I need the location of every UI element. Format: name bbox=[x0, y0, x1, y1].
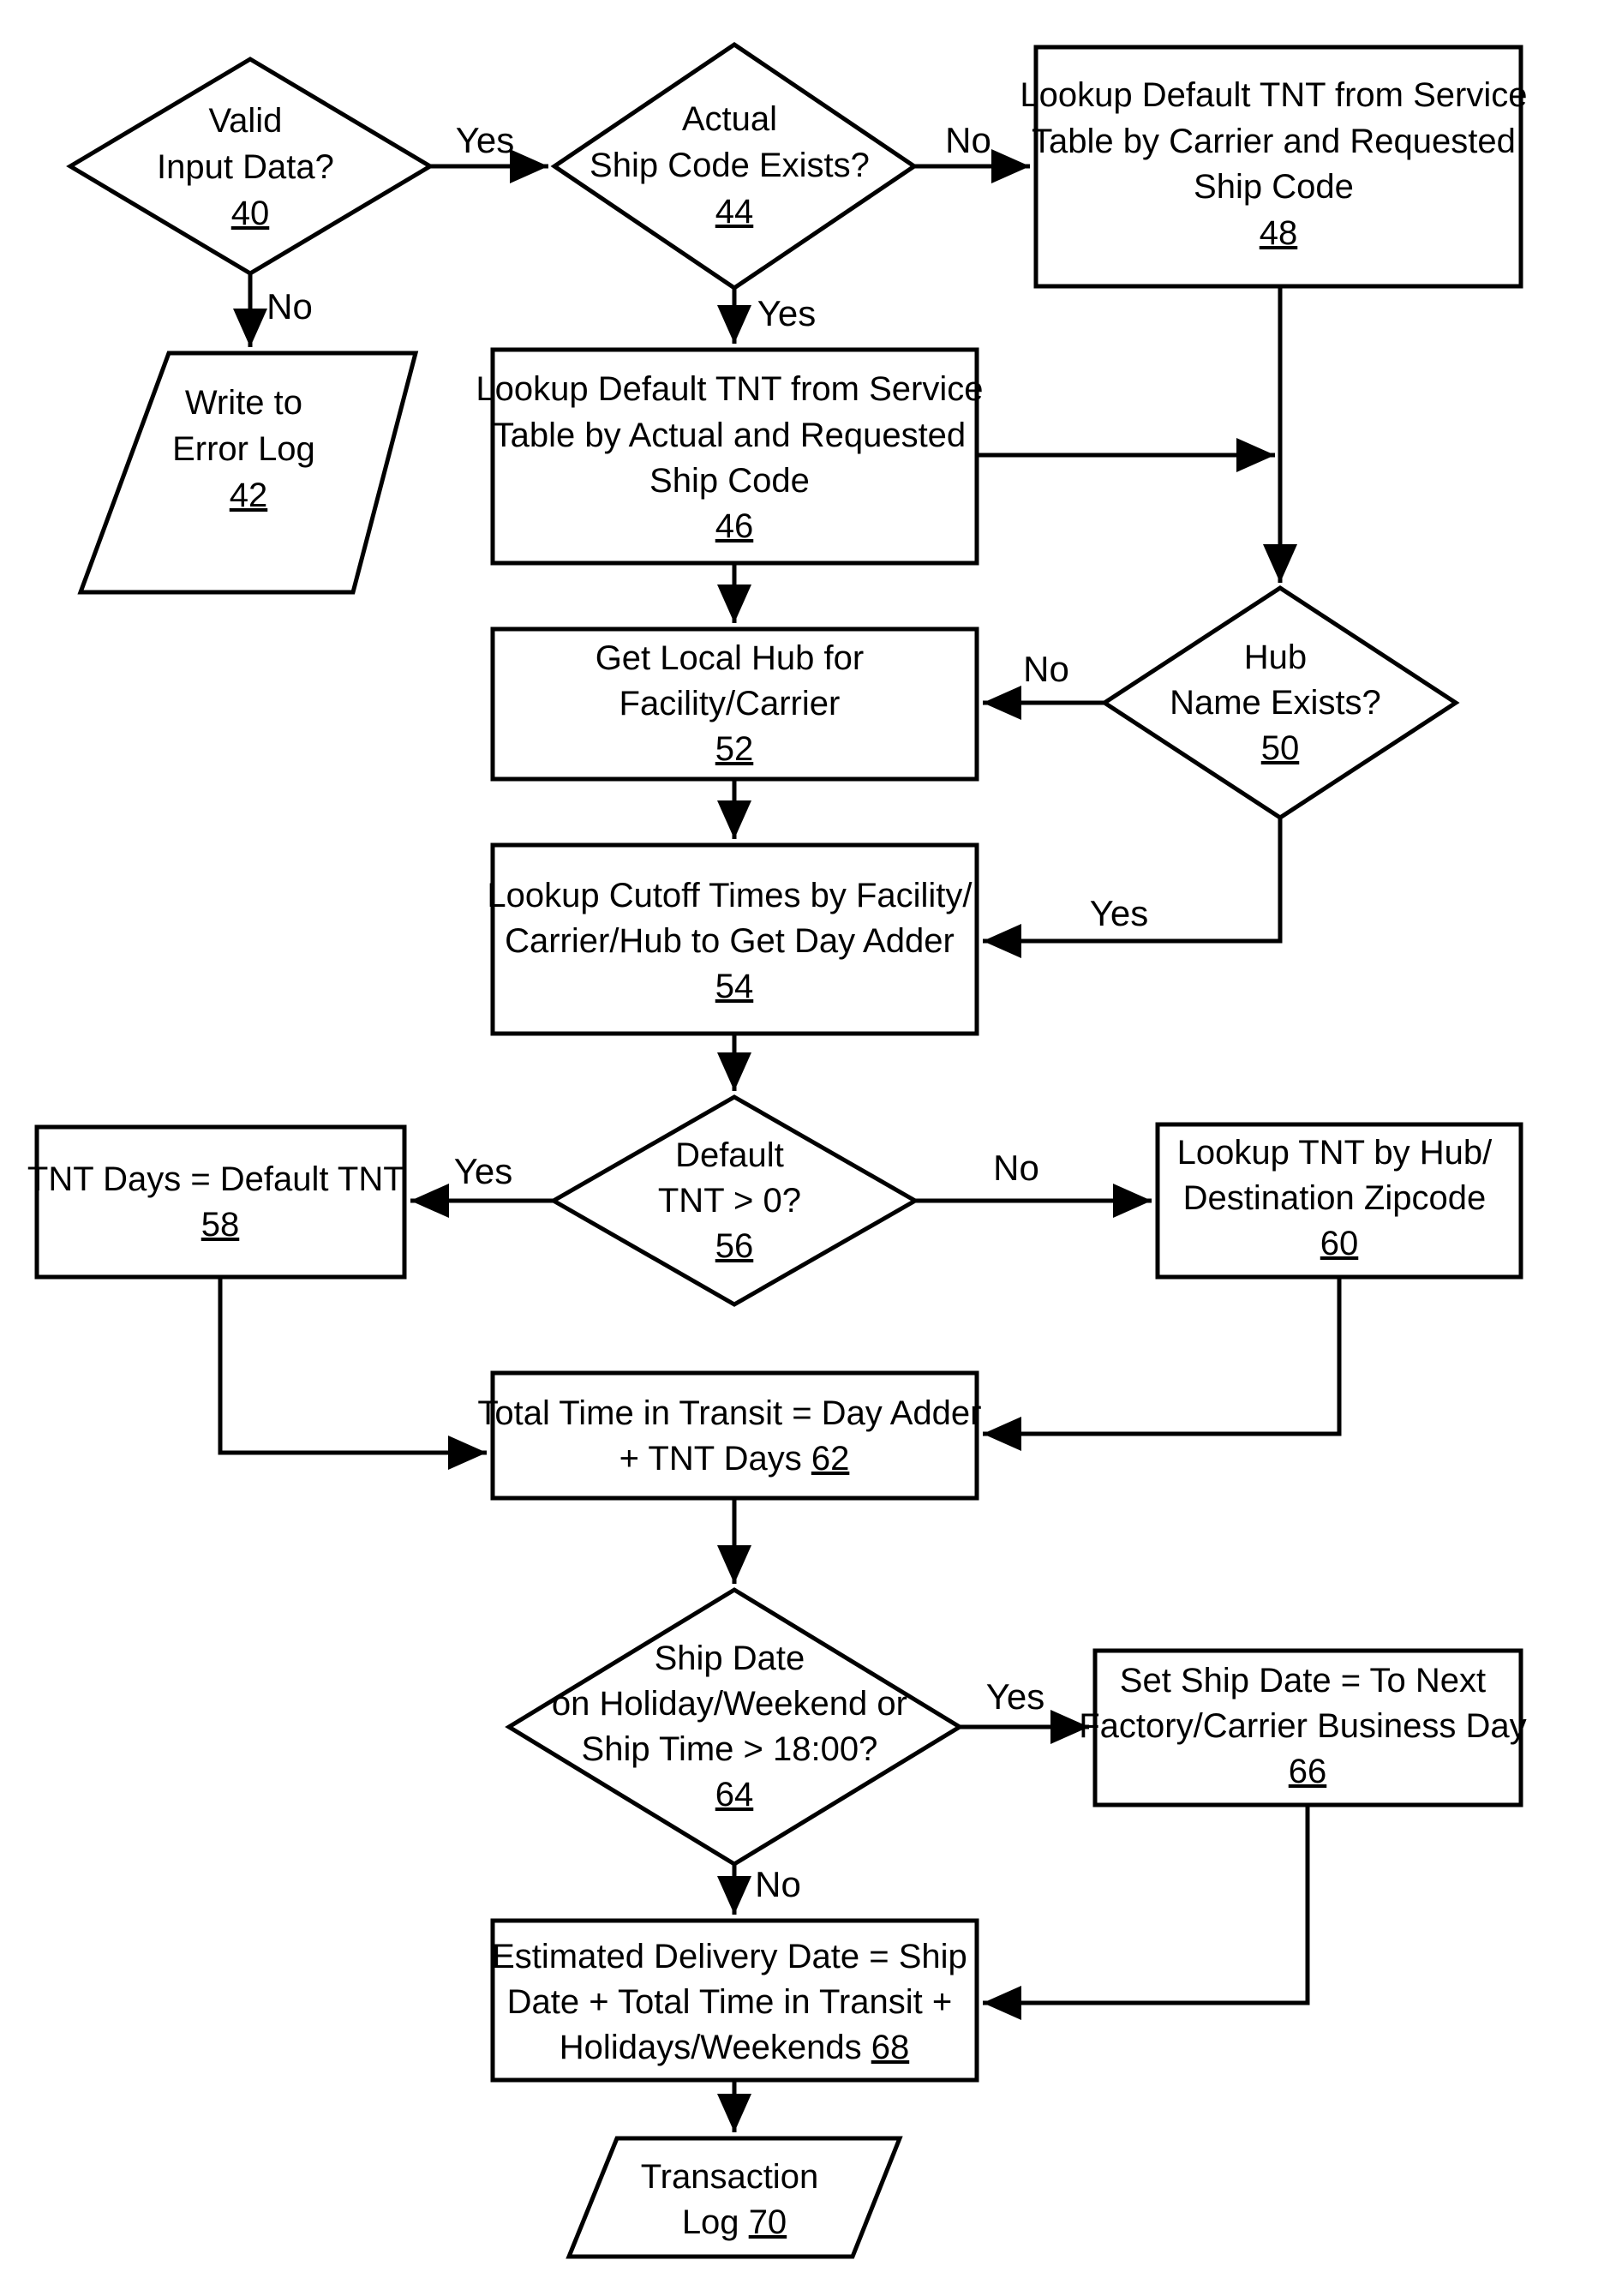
node-line: Hub bbox=[1244, 638, 1307, 676]
edge-label-50-52: No bbox=[1023, 649, 1069, 689]
node-ref: 48 bbox=[1260, 214, 1298, 252]
node-line: Lookup Cutoff Times by Facility/ bbox=[487, 877, 973, 914]
node-ref: 46 bbox=[715, 507, 754, 545]
node-line: Holidays/Weekends 68 bbox=[560, 2029, 909, 2066]
node-line: Table by Carrier and Requested bbox=[1032, 123, 1516, 160]
node-line: Set Ship Date = To Next bbox=[1120, 1662, 1486, 1700]
node-68: Estimated Delivery Date = Ship Date + To… bbox=[490, 1918, 979, 2083]
node-line: Name Exists? bbox=[1170, 684, 1381, 722]
node-ref: 52 bbox=[715, 730, 754, 768]
node-line: TNT Days = Default TNT bbox=[27, 1160, 404, 1198]
edge-label-56-60: No bbox=[993, 1148, 1039, 1188]
node-line: Log 70 bbox=[682, 2203, 787, 2241]
node-ref: 50 bbox=[1261, 729, 1300, 767]
node-54: Lookup Cutoff Times by Facility/ Carrier… bbox=[487, 842, 979, 1036]
edge-label-56-58: Yes bbox=[454, 1151, 513, 1191]
node-40: Valid Input Data? 40 bbox=[66, 57, 434, 276]
node-line: Ship Time > 18:00? bbox=[582, 1730, 878, 1768]
process-shape bbox=[34, 1124, 407, 1280]
node-42: Write to Error Log 42 bbox=[77, 351, 419, 595]
node-44: Actual Ship Code Exists? 44 bbox=[550, 41, 919, 291]
process-shape bbox=[490, 1370, 979, 1501]
edge-label-40-42: No bbox=[266, 286, 313, 327]
node-line: Default bbox=[675, 1136, 784, 1174]
node-line: Transaction bbox=[641, 2158, 819, 2196]
node-line: on Holiday/Weekend or bbox=[552, 1685, 907, 1723]
edge-label-44-48: No bbox=[945, 120, 991, 160]
node-ref: 70 bbox=[749, 2203, 787, 2241]
node-line: TNT > 0? bbox=[658, 1182, 801, 1220]
node-ref: 58 bbox=[201, 1206, 240, 1244]
node-line: Total Time in Transit = Day Adder bbox=[477, 1394, 981, 1432]
edge-label-64-68: No bbox=[755, 1864, 801, 1904]
node-line: Carrier/Hub to Get Day Adder bbox=[505, 922, 955, 960]
edge-label-44-46: Yes bbox=[757, 293, 817, 333]
node-line: Ship Date bbox=[655, 1640, 805, 1677]
node-line: Write to bbox=[185, 384, 302, 422]
node-line: Destination Zipcode bbox=[1183, 1179, 1487, 1217]
flowchart: Yes No No Yes No Yes Yes No Yes No Valid… bbox=[27, 41, 1527, 2259]
node-ref: 44 bbox=[715, 193, 754, 231]
edge-label-40-44: Yes bbox=[456, 120, 515, 160]
edge-60-62 bbox=[983, 1277, 1342, 1451]
node-line: Error Log bbox=[172, 430, 315, 468]
node-ref: 62 bbox=[811, 1440, 850, 1478]
edge-label-50-54: Yes bbox=[1090, 893, 1149, 933]
node-line: Get Local Hub for bbox=[596, 639, 865, 677]
node-48: Lookup Default TNT from Service Table by… bbox=[1020, 45, 1527, 289]
edge-58-62 bbox=[218, 1277, 487, 1470]
node-line-text: Log bbox=[682, 2203, 739, 2241]
node-line: Lookup Default TNT from Service bbox=[476, 370, 983, 408]
node-line: Ship Code bbox=[649, 462, 810, 500]
node-64: Ship Date on Holiday/Weekend or Ship Tim… bbox=[505, 1587, 964, 1867]
node-ref: 40 bbox=[231, 195, 270, 232]
node-line: Factory/Carrier Business Day bbox=[1079, 1707, 1526, 1745]
node-label: Estimated Delivery Date = Ship Date + To… bbox=[492, 1938, 977, 2066]
node-58: TNT Days = Default TNT 58 bbox=[27, 1124, 407, 1280]
node-line: Date + Total Time in Transit + bbox=[507, 1983, 953, 2021]
node-line: + TNT Days 62 bbox=[619, 1440, 850, 1478]
node-ref: 42 bbox=[230, 477, 268, 514]
node-ref: 56 bbox=[715, 1227, 754, 1265]
node-70: Transaction Log 70 bbox=[566, 2136, 903, 2259]
node-56: Default TNT > 0? 56 bbox=[548, 1094, 920, 1307]
node-line: Estimated Delivery Date = Ship bbox=[492, 1938, 967, 1975]
node-line: Facility/Carrier bbox=[619, 685, 841, 722]
node-line-text: Holidays/Weekends bbox=[560, 2029, 862, 2066]
node-ref: 64 bbox=[715, 1776, 754, 1813]
node-line: Input Data? bbox=[157, 148, 334, 186]
node-line-text: + TNT Days bbox=[619, 1440, 802, 1478]
node-ref: 54 bbox=[715, 968, 754, 1005]
node-60: Lookup TNT by Hub/ Destination Zipcode 6… bbox=[1155, 1122, 1523, 1280]
node-line: Ship Code bbox=[1194, 168, 1354, 206]
edge-label-64-66: Yes bbox=[986, 1676, 1045, 1717]
node-line: Lookup Default TNT from Service bbox=[1020, 76, 1527, 114]
node-line: Lookup TNT by Hub/ bbox=[1177, 1134, 1493, 1172]
node-line: Valid bbox=[208, 102, 282, 140]
node-ref: 66 bbox=[1289, 1753, 1327, 1790]
node-46: Lookup Default TNT from Service Table by… bbox=[476, 347, 983, 566]
decision-shape bbox=[505, 1587, 964, 1867]
node-62: Total Time in Transit = Day Adder + TNT … bbox=[477, 1370, 981, 1501]
node-line: Ship Code Exists? bbox=[590, 147, 870, 184]
node-line: Table by Actual and Requested bbox=[494, 417, 967, 454]
node-66: Set Ship Date = To Next Factory/Carrier … bbox=[1079, 1648, 1527, 1807]
node-ref: 68 bbox=[871, 2029, 910, 2066]
edge-66-68 bbox=[983, 1805, 1310, 2020]
node-52: Get Local Hub for Facility/Carrier 52 bbox=[490, 626, 979, 782]
node-50: Hub Name Exists? 50 bbox=[1100, 585, 1460, 820]
node-ref: 60 bbox=[1320, 1225, 1359, 1262]
node-line: Actual bbox=[682, 100, 777, 138]
